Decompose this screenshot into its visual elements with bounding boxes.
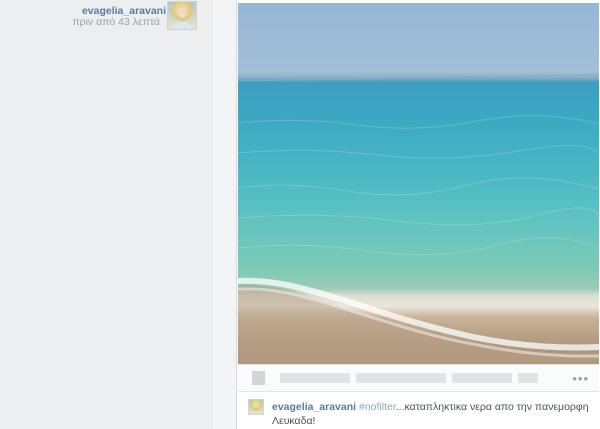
left-rail xyxy=(0,0,213,429)
caption-avatar[interactable] xyxy=(248,399,264,415)
feed-gutter xyxy=(213,0,236,429)
post-card: ••• evagelia_aravani #nofilter...καταπλη… xyxy=(236,0,600,429)
post-author-block: evagelia_aravani πριν από 43 λεπτά xyxy=(0,0,213,40)
likes-list-blurred xyxy=(518,373,538,383)
photo-water-texture xyxy=(238,74,599,364)
likes-list-blurred xyxy=(356,373,446,383)
likes-list-blurred xyxy=(452,373,512,383)
post-actions-bar: ••• xyxy=(238,364,599,392)
likes-list-blurred xyxy=(280,373,350,383)
post-photo[interactable] xyxy=(238,3,599,364)
post-timestamp: πριν από 43 λεπτά xyxy=(72,16,160,28)
caption-hashtag-link[interactable]: #nofilter xyxy=(359,401,396,413)
like-heart-icon[interactable] xyxy=(252,371,265,385)
more-options-icon[interactable]: ••• xyxy=(572,372,589,385)
post-caption: evagelia_aravani #nofilter...καταπληκτικ… xyxy=(238,394,599,429)
caption-text: evagelia_aravani #nofilter...καταπληκτικ… xyxy=(272,400,592,428)
caption-username-link[interactable]: evagelia_aravani xyxy=(272,401,356,413)
author-avatar[interactable] xyxy=(167,1,197,30)
